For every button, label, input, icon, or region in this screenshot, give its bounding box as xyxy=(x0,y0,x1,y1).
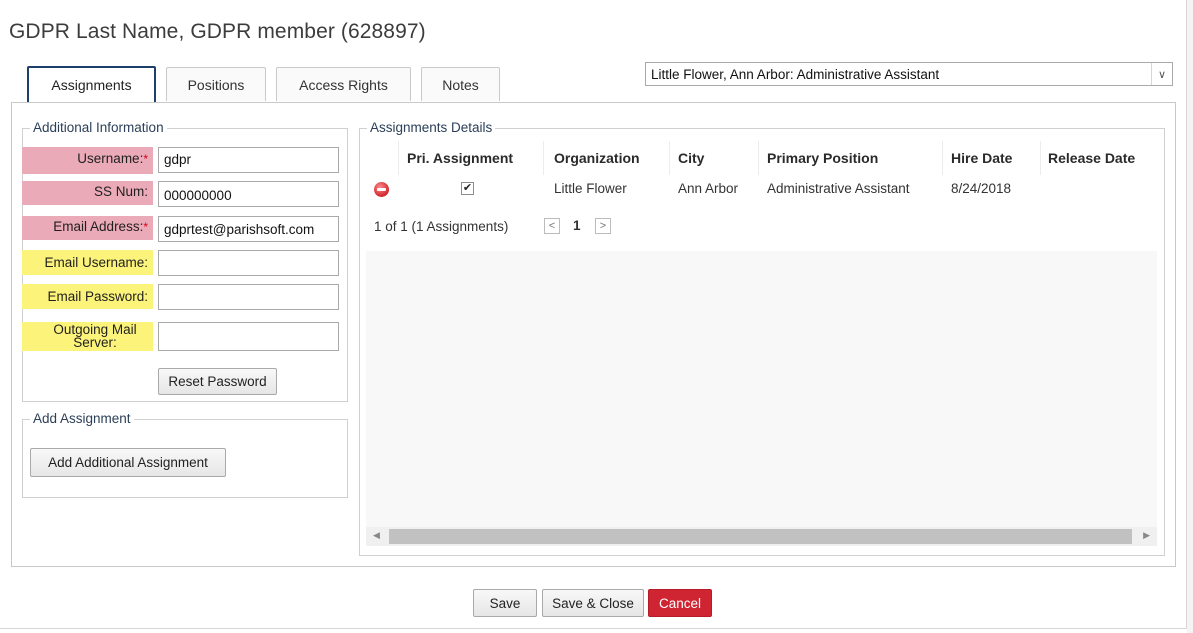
column-header-primary-position[interactable]: Primary Position xyxy=(767,150,878,166)
cell-primary-position: Administrative Assistant xyxy=(767,181,910,196)
ss-num-field[interactable]: 000000000 xyxy=(158,181,339,207)
email-address-label: Email Address:* xyxy=(22,216,153,240)
chevron-down-icon[interactable]: ∨ xyxy=(1151,63,1172,85)
dialog-title: GDPR Last Name, GDPR member (628897) xyxy=(9,20,426,43)
column-header-organization[interactable]: Organization xyxy=(554,150,640,166)
email-password-label: Email Password: xyxy=(22,284,153,309)
page-edge xyxy=(1187,0,1193,633)
scroll-left-icon[interactable]: ◀ xyxy=(373,530,380,541)
cell-organization: Little Flower xyxy=(554,181,627,196)
current-page[interactable]: 1 xyxy=(573,218,581,233)
table-row[interactable]: ✔ Little Flower Ann Arbor Administrative… xyxy=(366,175,1157,206)
scroll-right-icon[interactable]: ▶ xyxy=(1143,530,1150,541)
username-field[interactable]: gdpr xyxy=(158,147,339,173)
next-page-icon[interactable]: > xyxy=(595,218,611,234)
required-marker: * xyxy=(143,220,148,234)
grid-pager: 1 of 1 (1 Assignments) < 1 > xyxy=(366,205,1157,252)
additional-info-legend: Additional Information xyxy=(30,120,167,135)
tab-notes[interactable]: Notes xyxy=(421,67,500,101)
horizontal-scrollbar[interactable]: ◀ ▶ xyxy=(366,527,1157,546)
scrollbar-thumb[interactable] xyxy=(389,529,1132,544)
tab-assignments[interactable]: Assignments xyxy=(27,66,156,104)
cell-city: Ann Arbor xyxy=(678,181,739,196)
grid-empty-area xyxy=(366,251,1157,529)
username-label: Username:* xyxy=(22,147,153,174)
ss-num-label: SS Num: xyxy=(22,181,153,205)
grid-header: Pri. Assignment Organization City Primar… xyxy=(366,141,1157,176)
column-header-release-date[interactable]: Release Date xyxy=(1048,150,1135,166)
email-username-label: Email Username: xyxy=(22,250,153,275)
primary-assignment-checkbox[interactable]: ✔ xyxy=(461,182,474,195)
save-and-close-button[interactable]: Save & Close xyxy=(542,589,644,617)
add-additional-assignment-button[interactable]: Add Additional Assignment xyxy=(30,448,226,477)
prev-page-icon[interactable]: < xyxy=(544,218,560,234)
outgoing-mail-server-label: Outgoing Mail Server: xyxy=(22,322,153,351)
required-marker: * xyxy=(143,152,148,166)
cell-hire-date: 8/24/2018 xyxy=(951,181,1012,196)
member-dialog: GDPR Last Name, GDPR member (628897) Ass… xyxy=(0,0,1187,629)
tab-access-rights[interactable]: Access Rights xyxy=(276,67,411,101)
reset-password-button[interactable]: Reset Password xyxy=(158,368,277,395)
save-button[interactable]: Save xyxy=(473,589,537,617)
column-header-hire-date[interactable]: Hire Date xyxy=(951,150,1012,166)
column-header-pri-assignment[interactable]: Pri. Assignment xyxy=(407,150,513,166)
assignments-details-legend: Assignments Details xyxy=(367,120,496,135)
pager-summary: 1 of 1 (1 Assignments) xyxy=(374,219,509,234)
tab-positions[interactable]: Positions xyxy=(166,67,266,101)
add-assignment-legend: Add Assignment xyxy=(30,411,134,426)
email-password-field[interactable] xyxy=(158,284,339,310)
assignments-grid: Pri. Assignment Organization City Primar… xyxy=(366,141,1157,529)
email-username-field[interactable] xyxy=(158,250,339,276)
remove-assignment-icon[interactable] xyxy=(374,182,389,197)
email-address-field[interactable]: gdprtest@parishsoft.com xyxy=(158,216,339,242)
assignment-select[interactable]: Little Flower, Ann Arbor: Administrative… xyxy=(645,62,1173,86)
cancel-button[interactable]: Cancel xyxy=(648,589,712,617)
assignment-select-value: Little Flower, Ann Arbor: Administrative… xyxy=(651,66,940,82)
outgoing-mail-server-field[interactable] xyxy=(158,322,339,351)
column-header-city[interactable]: City xyxy=(678,150,704,166)
